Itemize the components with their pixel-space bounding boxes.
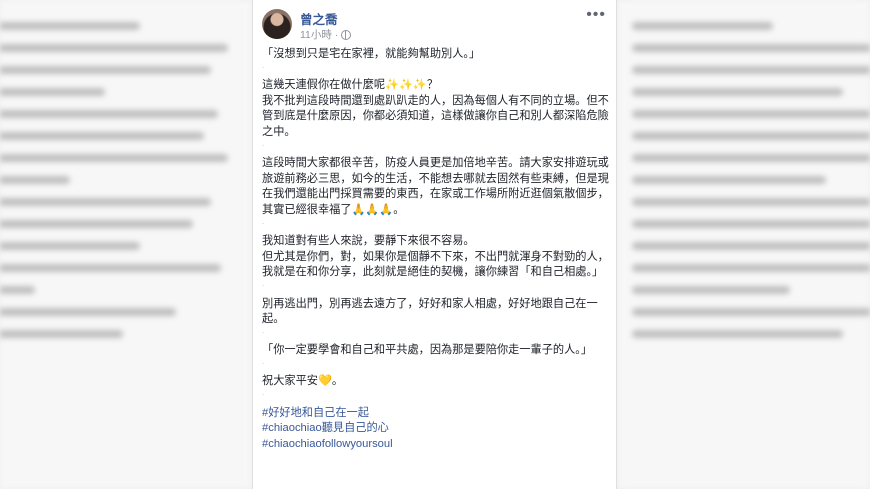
paragraph-gap xyxy=(262,385,610,406)
blurred-background-left xyxy=(0,0,252,489)
author-name[interactable]: 曾之喬 xyxy=(300,9,338,28)
hashtag-list: #好好地和自己在一起 #chiaochiao聽見自己的心 #chiaochiao… xyxy=(262,406,610,453)
paragraph-gap xyxy=(262,276,610,297)
post-paragraph: 祝大家平安💛。 xyxy=(262,375,344,388)
blur-line xyxy=(632,264,870,272)
post-meta: 11小時 · xyxy=(300,27,352,42)
blur-line xyxy=(0,176,70,184)
more-options-icon[interactable]: ••• xyxy=(586,6,606,24)
blur-line xyxy=(0,220,194,228)
blur-line xyxy=(0,198,211,206)
post-body: 「沒想到只是宅在家裡，就能夠幫助別人。」 這幾天連假你在做什麼呢✨✨✨？ 我不批… xyxy=(262,47,610,452)
post-time[interactable]: 11小時 xyxy=(300,27,332,42)
blur-line xyxy=(632,88,844,96)
blur-line xyxy=(632,44,870,52)
blur-line xyxy=(632,132,870,140)
paragraph-gap xyxy=(262,136,610,157)
hashtag-link[interactable]: #chiaochiao聽見自己的心 xyxy=(262,421,610,437)
post-paragraph: 這段時間大家都很辛苦，防疫人員更是加倍地辛苦。請大家安排遊玩或旅遊前務必三思，如… xyxy=(262,157,609,216)
blur-line xyxy=(0,308,176,316)
blurred-card xyxy=(0,0,252,489)
blur-line xyxy=(0,88,106,96)
avatar[interactable] xyxy=(262,9,292,39)
blur-line xyxy=(632,154,870,162)
meta-separator: · xyxy=(334,28,339,41)
blurred-background-right xyxy=(618,0,870,489)
paragraph-gap xyxy=(262,214,610,235)
blur-line xyxy=(632,308,870,316)
post-paragraph: 「沒想到只是宅在家裡，就能夠幫助別人。」 xyxy=(262,48,481,60)
blur-line xyxy=(632,66,870,74)
post-paragraph: 別再逃出門，別再逃去遠方了，好好和家人相處，好好地跟自己在一起。 xyxy=(262,297,598,326)
blur-line xyxy=(632,176,826,184)
blur-line xyxy=(0,154,229,162)
blur-line xyxy=(632,220,870,228)
blur-line xyxy=(0,44,229,52)
blur-line xyxy=(632,110,870,118)
post-paragraph: 「你一定要學會和自己和平共處，因為那是要陪你走一輩子的人。」 xyxy=(262,344,593,357)
post-paragraph: 這幾天連假你在做什麼呢✨✨✨？ 我不批判這段時間還到處趴趴走的人，因為每個人有不… xyxy=(262,79,609,138)
blur-line xyxy=(632,242,870,250)
blur-line xyxy=(632,330,844,338)
blur-line xyxy=(0,264,222,272)
blur-line xyxy=(0,286,35,294)
blur-line xyxy=(0,330,123,338)
hashtag-link[interactable]: #chiaochiaofollowyoursoul xyxy=(262,437,610,453)
facebook-post: 曾之喬 11小時 · ••• 「沒想到只是宅在家裡，就能夠幫助別人。」 這幾天連… xyxy=(252,0,617,489)
paragraph-gap xyxy=(262,354,610,375)
blurred-card xyxy=(618,0,870,489)
blur-line xyxy=(0,22,141,30)
paragraph-gap xyxy=(262,323,610,344)
blur-line xyxy=(632,286,791,294)
blur-line xyxy=(632,198,870,206)
paragraph-gap xyxy=(262,58,610,79)
blur-line xyxy=(0,66,211,74)
hashtag-link[interactable]: #好好地和自己在一起 xyxy=(262,406,610,422)
globe-icon[interactable] xyxy=(341,29,352,40)
blur-line xyxy=(632,22,773,30)
post-header: 曾之喬 11小時 · ••• xyxy=(253,0,616,44)
post-paragraph: 我知道對有些人來說，要靜下來很不容易。 但尤其是你們，對，如果你是個靜不下來，不… xyxy=(262,235,609,279)
blur-line xyxy=(0,132,204,140)
blur-line xyxy=(0,110,218,118)
blur-line xyxy=(0,242,141,250)
